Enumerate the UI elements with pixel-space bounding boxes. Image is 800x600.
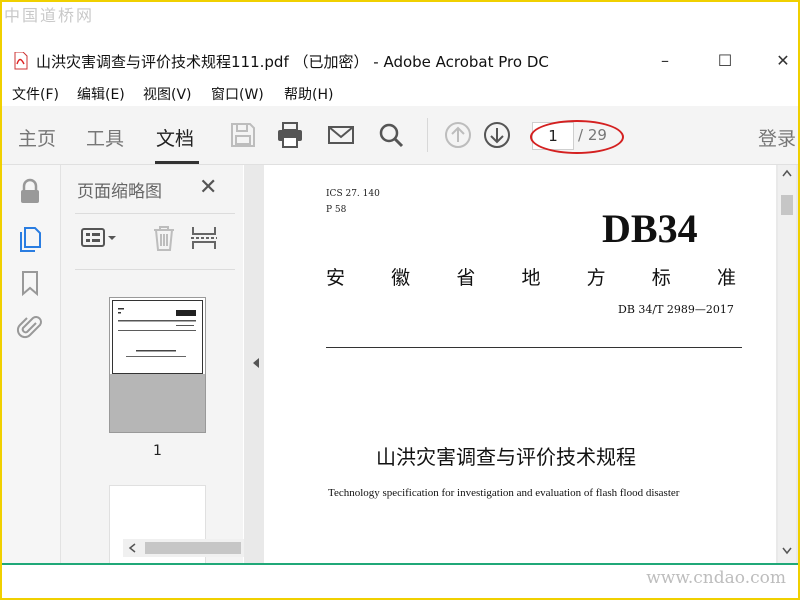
document-scroll-thumb[interactable] xyxy=(781,195,793,215)
thumbnail-preview xyxy=(118,308,196,357)
standard-char: 方 xyxy=(586,267,606,289)
page-thumbnails-pane: 页面缩略图 ✕ 1 xyxy=(61,165,300,565)
thumbnails-pane-title: 页面缩略图 xyxy=(77,182,162,202)
page-thumbnails-icon[interactable] xyxy=(16,225,44,253)
active-tab-indicator xyxy=(155,161,199,164)
menu-edit[interactable]: 编辑(E) xyxy=(77,84,125,104)
main-toolbar: 主页 工具 文档 1 / 29 登录 xyxy=(2,106,798,165)
menu-bar: 文件(F) 编辑(E) 视图(V) 窗口(W) 帮助(H) xyxy=(2,80,798,106)
standard-number: DB 34/T 2989—2017 xyxy=(618,303,734,316)
page-thumbnail[interactable] xyxy=(109,297,206,433)
pane-divider xyxy=(75,269,235,270)
tab-tools[interactable]: 工具 xyxy=(86,124,124,151)
menu-window[interactable]: 窗口(W) xyxy=(211,84,264,104)
standard-char: 省 xyxy=(456,267,476,289)
bottom-accent-line xyxy=(2,563,798,565)
scroll-down-arrow-icon[interactable] xyxy=(782,547,792,555)
print-icon[interactable] xyxy=(275,120,305,150)
scroll-up-arrow-icon[interactable] xyxy=(782,169,792,177)
previous-page-icon[interactable] xyxy=(443,120,473,150)
document-view: ICS 27. 140 P 58 DB34 安 徽 省 地 方 标 准 DB 3… xyxy=(244,165,798,565)
thumbnail-page-label: 1 xyxy=(153,443,162,459)
scroll-left-arrow-icon[interactable] xyxy=(128,543,136,553)
thumbnail-shaded-area xyxy=(110,374,205,432)
maximize-button[interactable]: ☐ xyxy=(710,48,740,74)
search-icon[interactable] xyxy=(376,120,406,150)
menu-view[interactable]: 视图(V) xyxy=(143,84,192,104)
thumbnail-options-icon[interactable] xyxy=(79,223,119,253)
pdf-file-icon xyxy=(14,52,28,70)
watermark-bottom: www.cndao.com xyxy=(646,568,786,588)
delete-page-icon[interactable] xyxy=(149,223,179,253)
highlight-oval xyxy=(530,120,624,154)
next-page-icon[interactable] xyxy=(482,120,512,150)
close-button[interactable]: ✕ xyxy=(768,48,798,74)
pane-divider xyxy=(75,213,235,214)
watermark-top: 中国道桥网 xyxy=(4,6,95,25)
standard-type-heading: 安 徽 省 地 方 标 准 xyxy=(326,263,736,290)
bookmark-icon[interactable] xyxy=(16,269,44,297)
login-button[interactable]: 登录 xyxy=(758,124,796,151)
attachment-icon[interactable] xyxy=(16,313,44,341)
minimize-button[interactable]: – xyxy=(650,48,680,74)
standard-char: 标 xyxy=(651,267,671,289)
left-navigation-rail xyxy=(2,165,61,565)
mail-icon[interactable] xyxy=(326,120,356,150)
pdf-page: ICS 27. 140 P 58 DB34 安 徽 省 地 方 标 准 DB 3… xyxy=(264,165,776,565)
ics-code: ICS 27. 140 xyxy=(326,189,380,199)
collapse-pane-icon[interactable] xyxy=(252,357,260,369)
lock-icon[interactable] xyxy=(16,177,44,205)
menu-help[interactable]: 帮助(H) xyxy=(284,84,333,104)
document-title-english: Technology specification for investigati… xyxy=(328,487,680,499)
standard-char: 徽 xyxy=(391,267,411,289)
thumbnails-hscroll-thumb[interactable] xyxy=(145,542,241,554)
p-code: P 58 xyxy=(326,205,347,215)
horizontal-rule xyxy=(326,347,742,348)
close-pane-button[interactable]: ✕ xyxy=(199,175,217,200)
title-bar: 山洪灾害调查与评价技术规程111.pdf （已加密） - Adobe Acrob… xyxy=(2,44,798,78)
db-code: DB34 xyxy=(602,206,698,251)
document-title-chinese: 山洪灾害调查与评价技术规程 xyxy=(376,445,636,469)
menu-file[interactable]: 文件(F) xyxy=(12,84,59,104)
tab-document[interactable]: 文档 xyxy=(156,124,194,151)
standard-char: 准 xyxy=(716,267,736,289)
tab-home[interactable]: 主页 xyxy=(18,124,56,151)
window-title: 山洪灾害调查与评价技术规程111.pdf （已加密） - Adobe Acrob… xyxy=(36,53,549,71)
standard-char: 安 xyxy=(326,267,346,289)
toolbar-divider xyxy=(427,118,428,152)
document-vertical-scrollbar[interactable] xyxy=(778,165,796,565)
standard-char: 地 xyxy=(521,267,541,289)
save-icon[interactable] xyxy=(228,120,258,150)
extract-pages-icon[interactable] xyxy=(189,223,219,253)
